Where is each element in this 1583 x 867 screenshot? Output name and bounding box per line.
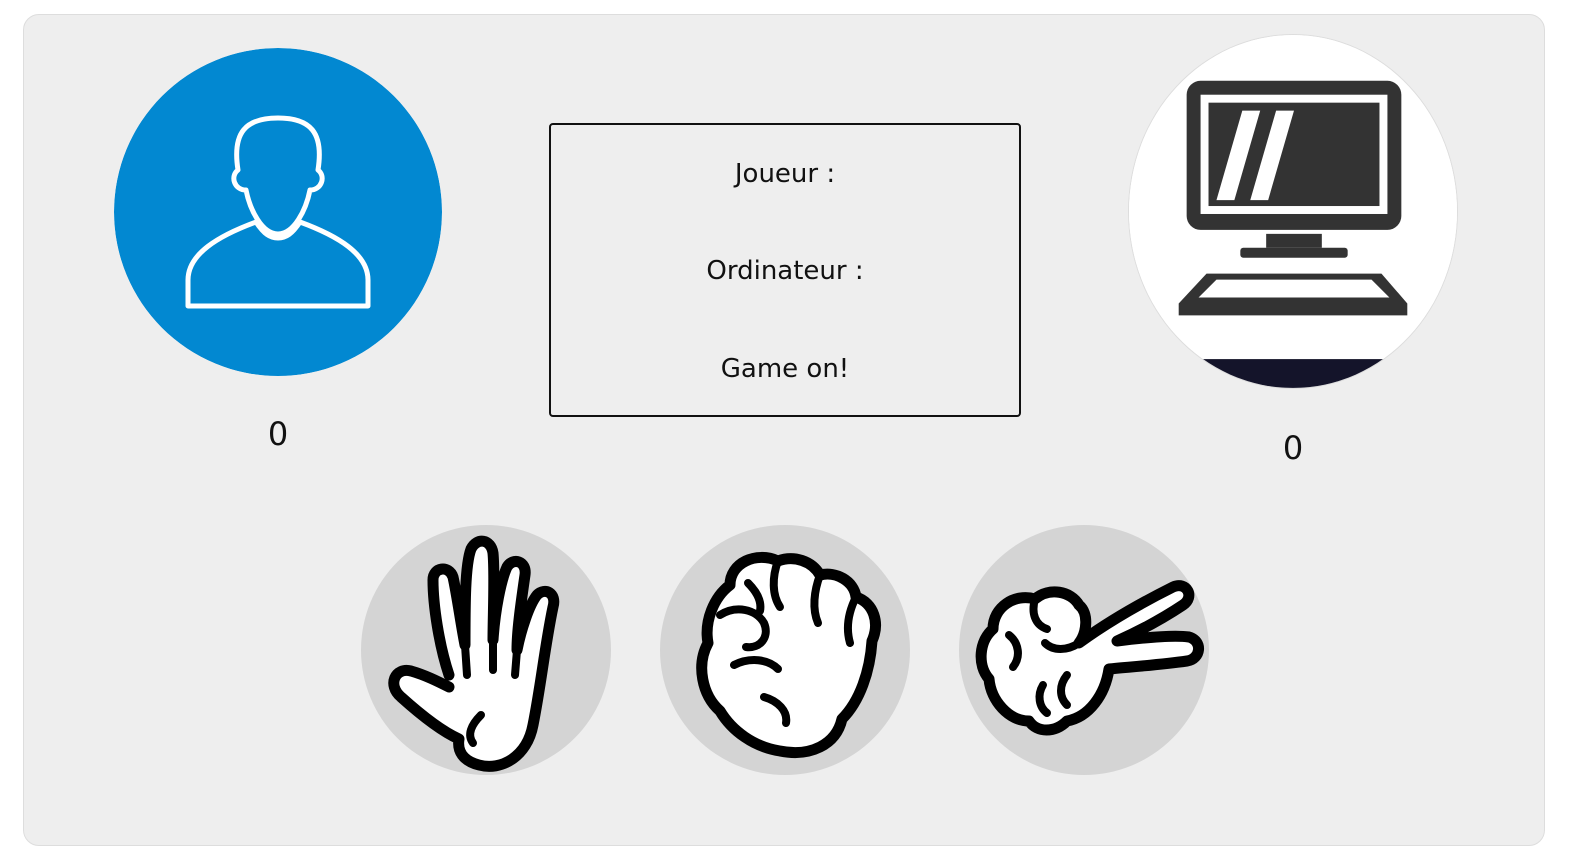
- player-choice-label: Joueur :: [734, 159, 836, 189]
- computer-score: 0: [1282, 429, 1304, 467]
- computer-choice-label: Ordinateur :: [706, 256, 864, 286]
- computer-avatar: [1128, 34, 1458, 389]
- player-avatar: [114, 48, 442, 376]
- scissors-button[interactable]: [959, 525, 1209, 775]
- status-box: Joueur : Ordinateur : Game on!: [549, 123, 1021, 417]
- computer-icon: [1129, 35, 1457, 388]
- victory-hand-icon: [975, 580, 1204, 736]
- fist-icon: [696, 551, 881, 758]
- result-message: Game on!: [720, 354, 850, 384]
- open-hand-icon: [388, 535, 560, 772]
- user-icon: [114, 48, 442, 376]
- game-card: 0 Joueur : Ordinateur : Game on! 0: [23, 14, 1545, 846]
- player-score: 0: [267, 415, 289, 453]
- rock-button[interactable]: [660, 525, 910, 775]
- paper-button[interactable]: [361, 525, 611, 775]
